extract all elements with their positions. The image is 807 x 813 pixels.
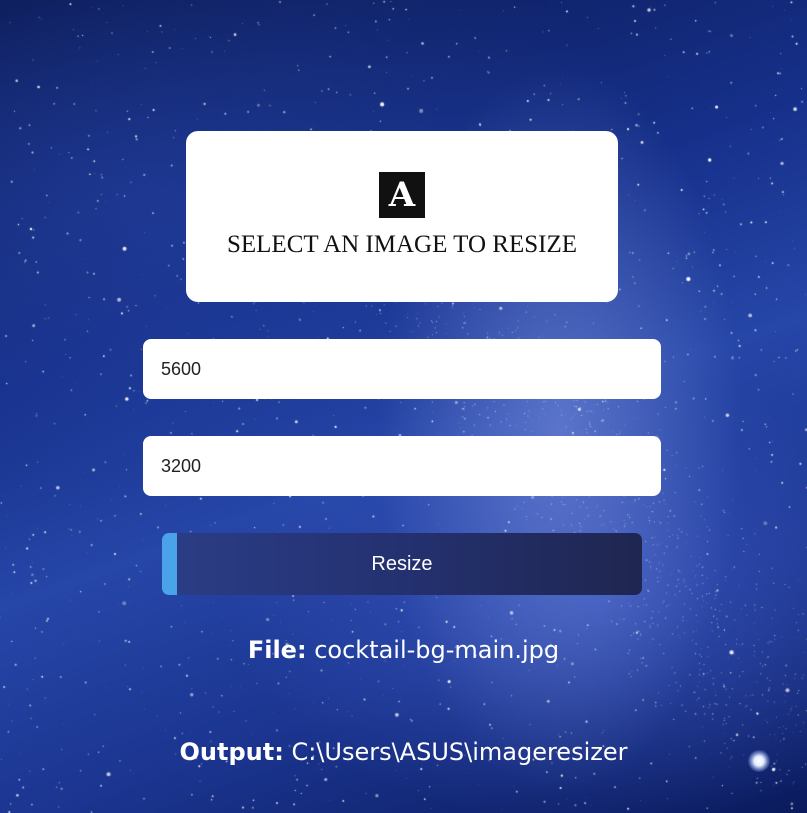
- height-input[interactable]: [143, 436, 661, 496]
- image-select-dropzone[interactable]: A SELECT AN IMAGE TO RESIZE: [186, 131, 618, 302]
- width-input[interactable]: [143, 339, 661, 399]
- output-key-label: Output:: [179, 738, 284, 766]
- letter-a-icon: A: [379, 172, 425, 218]
- resize-button-label: Resize: [371, 552, 433, 575]
- starfield-background: [0, 0, 807, 813]
- dropzone-label: SELECT AN IMAGE TO RESIZE: [226, 231, 577, 258]
- resize-button[interactable]: Resize: [162, 533, 642, 595]
- output-info: Output: C:\Users\ASUS\imageresizer: [0, 738, 807, 766]
- file-info: File: cocktail-bg-main.jpg: [0, 636, 807, 664]
- file-name-value: cocktail-bg-main.jpg: [314, 636, 560, 664]
- output-path-value: C:\Users\ASUS\imageresizer: [291, 738, 628, 766]
- resize-button-accent: [162, 533, 177, 595]
- file-key-label: File:: [247, 636, 307, 664]
